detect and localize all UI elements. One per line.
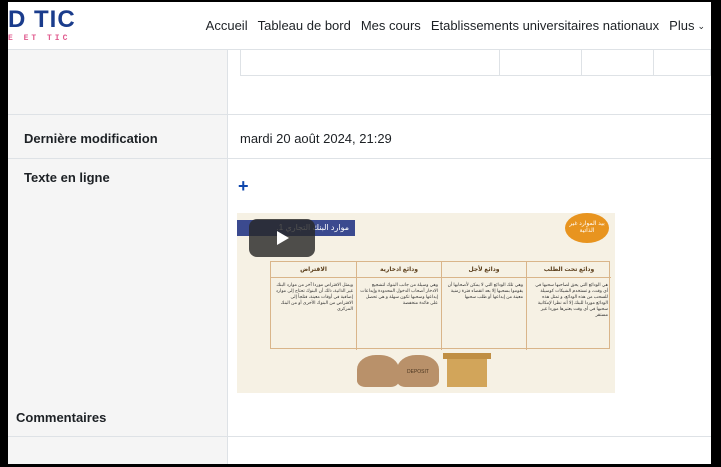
last-modified-value: mardi 20 août 2024, 21:29	[240, 131, 392, 146]
slide-column-head: الاقتراض	[271, 262, 356, 278]
slide-badge: بيد الموارد غير الذاتية	[565, 213, 609, 243]
money-sack-icon: DEPOSIT	[397, 355, 439, 387]
slide-column: ودائع لأجل وهي تلك الودائع التي لا يمكن …	[441, 262, 526, 350]
deposit-illustration: DEPOSIT	[357, 351, 497, 391]
slide-column: ودائع ادخارية وهي وسيلة من جانب البنوك ل…	[356, 262, 441, 350]
online-text-label: Texte en ligne	[24, 170, 110, 185]
submission-table: Dernière modification mardi 20 août 2024…	[8, 50, 711, 464]
row-divider	[8, 436, 711, 437]
money-sack-icon	[357, 355, 399, 387]
play-icon	[277, 231, 289, 245]
site-logo[interactable]: D TIC E ET TIC	[8, 6, 128, 46]
slide-column-head: ودائع تحت الطلب	[527, 262, 611, 278]
nav-item-more-label: Plus	[669, 18, 695, 33]
nav-item-dashboard[interactable]: Tableau de bord	[258, 18, 351, 33]
chevron-down-icon: ⌄	[697, 21, 705, 31]
primary-navigation: Accueil Tableau de bord Mes cours Etabli…	[206, 18, 705, 33]
nav-item-my-courses[interactable]: Mes cours	[361, 18, 421, 33]
slide-column: الاقتراض ويمثل الاقتراض موردا آخر من موا…	[271, 262, 356, 350]
nav-item-national-universities[interactable]: Etablissements universitaires nationaux	[431, 18, 659, 33]
nav-item-home[interactable]: Accueil	[206, 18, 248, 33]
bank-building-icon	[443, 353, 491, 387]
logo-text: D TIC	[8, 6, 76, 33]
column-divider	[227, 50, 228, 464]
deposit-label: DEPOSIT	[407, 369, 429, 375]
plus-icon[interactable]: +	[238, 177, 249, 195]
slide-table: الاقتراض ويمثل الاقتراض موردا آخر من موا…	[270, 261, 611, 350]
box-divider	[653, 50, 654, 76]
slide-column: ودائع تحت الطلب هي الودائع التي يحق لصاح…	[526, 262, 611, 350]
last-modified-label: Dernière modification	[24, 131, 158, 146]
slide-column-head: ودائع لأجل	[442, 262, 526, 278]
row-divider	[8, 114, 711, 115]
row-divider	[8, 158, 711, 159]
comments-label: Commentaires	[16, 410, 107, 425]
slide-column-text: هي الودائع التي يحق لصاحبها سحبها في أي …	[535, 282, 608, 317]
play-button[interactable]	[249, 219, 315, 257]
label-column	[8, 50, 227, 464]
box-divider	[581, 50, 582, 76]
top-navbar: D TIC E ET TIC Accueil Tableau de bord M…	[8, 2, 711, 50]
embedded-slide-video[interactable]: .1 موارد البنك التجاري بيد الموارد غير ا…	[237, 213, 615, 393]
slide-column-text: وهي تلك الودائع التي لا يمكن لأصحابها أن…	[447, 282, 523, 299]
box-divider	[499, 50, 500, 76]
previous-row-box	[240, 50, 711, 76]
slide-column-text: وهي وسيلة من جانب البنوك لتشجيع الادخار …	[360, 282, 438, 305]
nav-item-more[interactable]: Plus ⌄	[669, 18, 705, 33]
slide-column-head: ودائع ادخارية	[357, 262, 441, 278]
slide-column-text: ويمثل الاقتراض موردا آخر من موارد البنك …	[275, 282, 353, 311]
logo-subtext: E ET TIC	[8, 34, 71, 43]
